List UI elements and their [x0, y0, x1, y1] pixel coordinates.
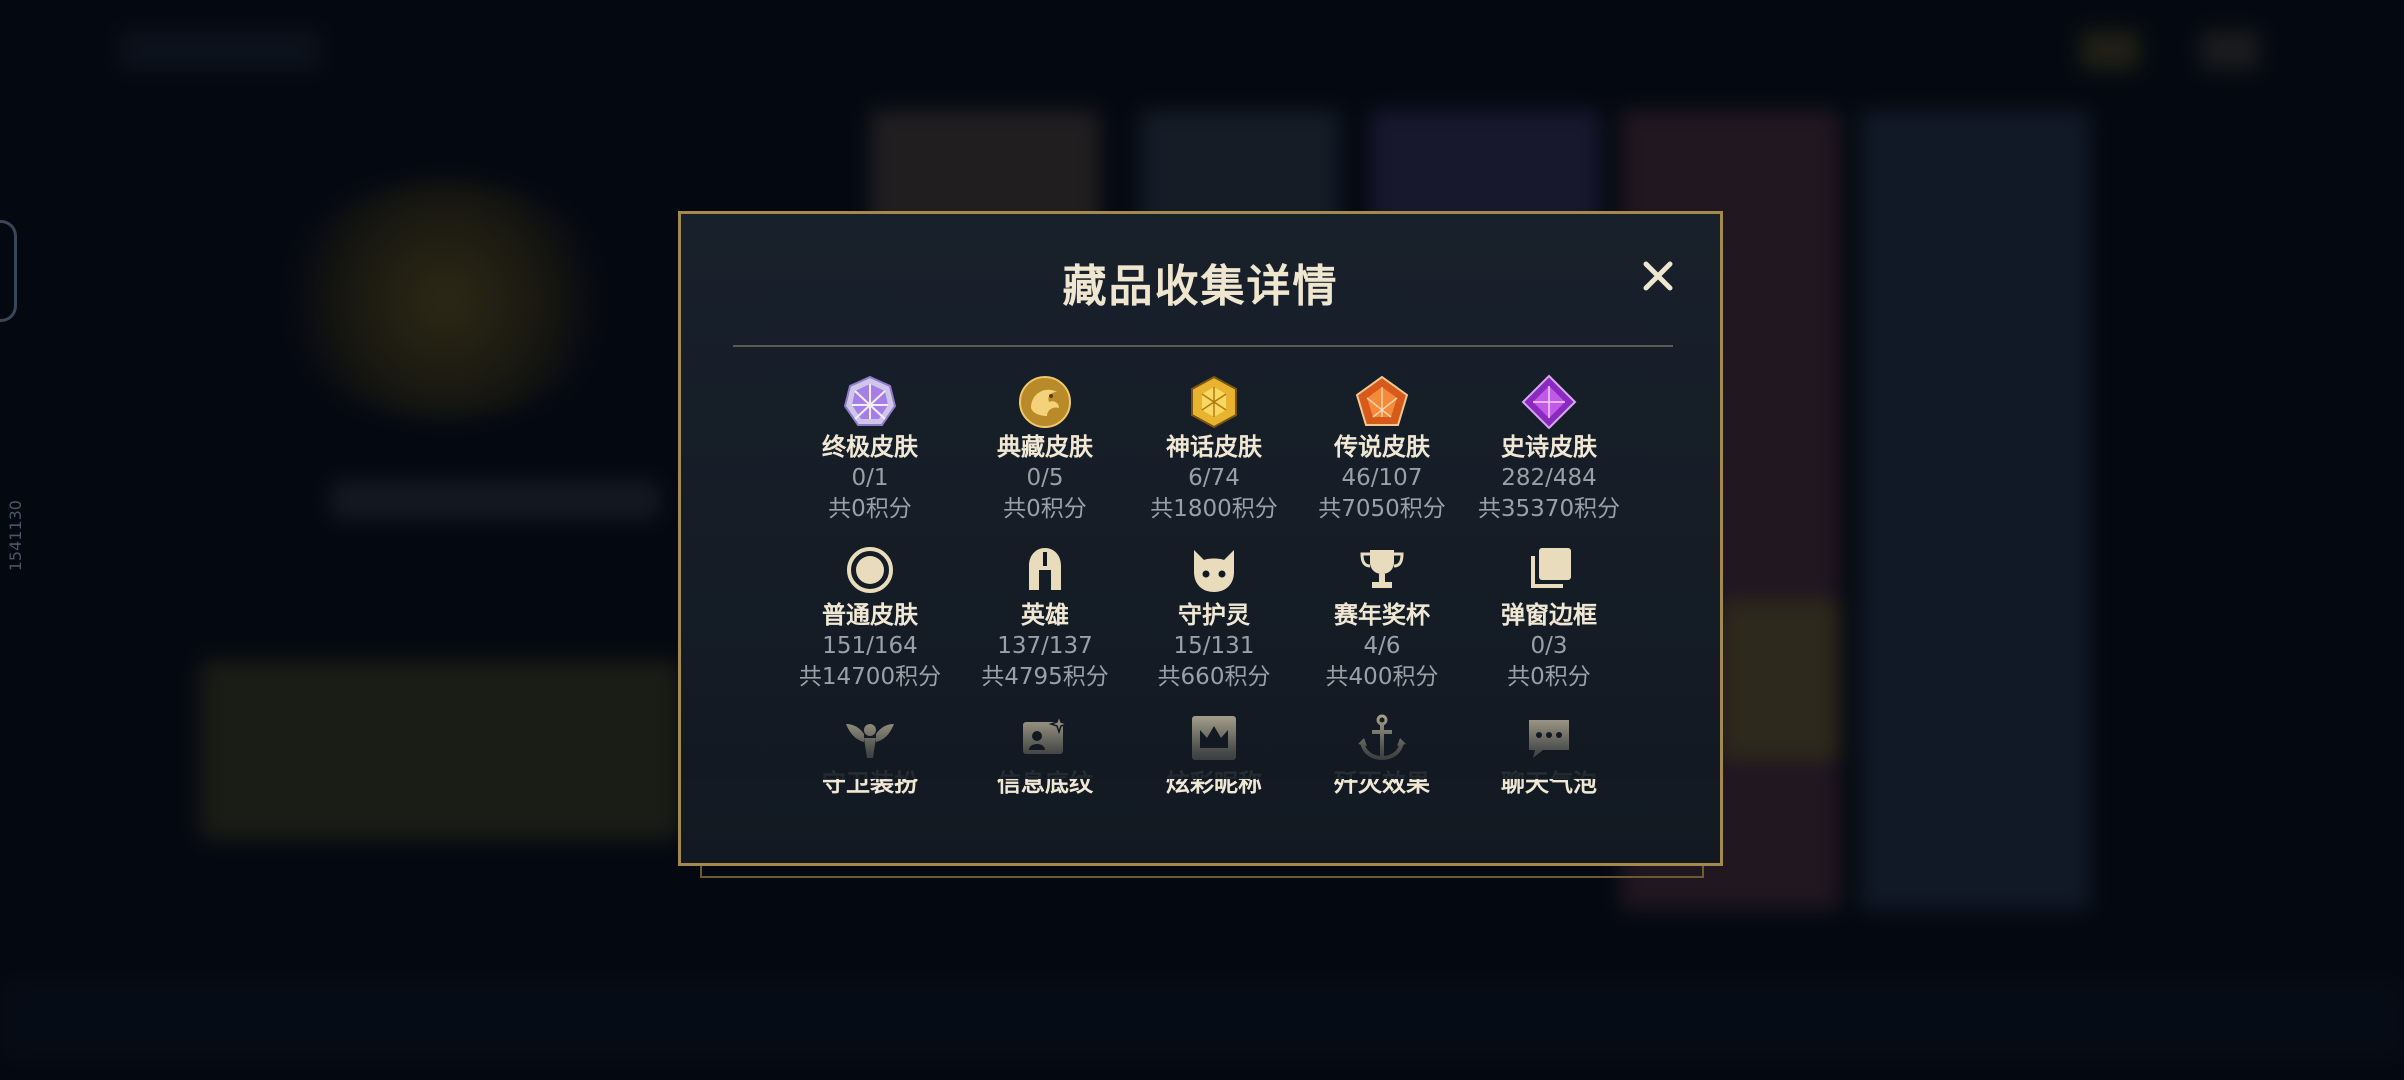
item-name: 史诗皮肤 [1501, 433, 1597, 461]
collection-item[interactable]: 普通皮肤 151/164 共14700积分 [770, 542, 970, 692]
item-count: 282/484 [1501, 465, 1597, 491]
frame-icon [1531, 548, 1571, 588]
legendary-gem-icon [1355, 375, 1409, 426]
exalted-dragon-icon [1019, 376, 1071, 428]
anchor-icon [1358, 714, 1406, 761]
player-id-label: 1541130 [6, 500, 25, 572]
collection-item[interactable]: 守卫装扮 [770, 710, 970, 798]
item-count: 0/3 [1530, 633, 1568, 659]
card-icon [1023, 713, 1070, 754]
item-points: 共0积分 [1507, 664, 1591, 690]
collection-item[interactable]: 终极皮肤 0/1 共0积分 [770, 374, 970, 524]
crown-icon [1192, 716, 1236, 760]
collection-item[interactable]: 弹窗边框 0/3 共0积分 [1449, 542, 1649, 692]
modal-footer-edge [700, 864, 1704, 878]
side-tab[interactable] [0, 220, 17, 322]
helmet-icon [1029, 548, 1061, 590]
close-icon[interactable] [1638, 256, 1678, 296]
chat-bubble-icon [1529, 720, 1569, 758]
item-name: 守卫装扮 [822, 769, 918, 797]
collection-item[interactable]: 史诗皮肤 282/484 共35370积分 [1449, 374, 1649, 524]
ward-icon [846, 724, 894, 758]
modal-title: 藏品收集详情 [1062, 261, 1339, 312]
item-points: 共0积分 [828, 496, 912, 522]
title-divider [733, 345, 1673, 347]
item-name: 终极皮肤 [822, 433, 918, 461]
item-name: 弹窗边框 [1501, 601, 1597, 629]
epic-gem-icon [1521, 374, 1577, 430]
item-name: 聊天气泡 [1501, 769, 1597, 797]
item-name: 普通皮肤 [822, 601, 918, 629]
ring-icon [847, 547, 893, 593]
item-points: 共14700积分 [798, 664, 942, 690]
collection-item[interactable]: 聊天气泡 [1449, 710, 1649, 798]
trophy-icon [1360, 550, 1404, 588]
collection-details-modal: 藏品收集详情 终极皮肤 0/1 共0积分 典藏皮肤 0/5 共0积分 神话皮肤 … [678, 211, 1723, 866]
item-count: 151/164 [822, 633, 918, 659]
item-points: 共35370积分 [1477, 496, 1621, 522]
mythic-gem-icon [1191, 375, 1237, 429]
item-count: 0/1 [851, 465, 889, 491]
ultimate-gem-icon [843, 375, 897, 426]
spirit-icon [1194, 550, 1234, 592]
